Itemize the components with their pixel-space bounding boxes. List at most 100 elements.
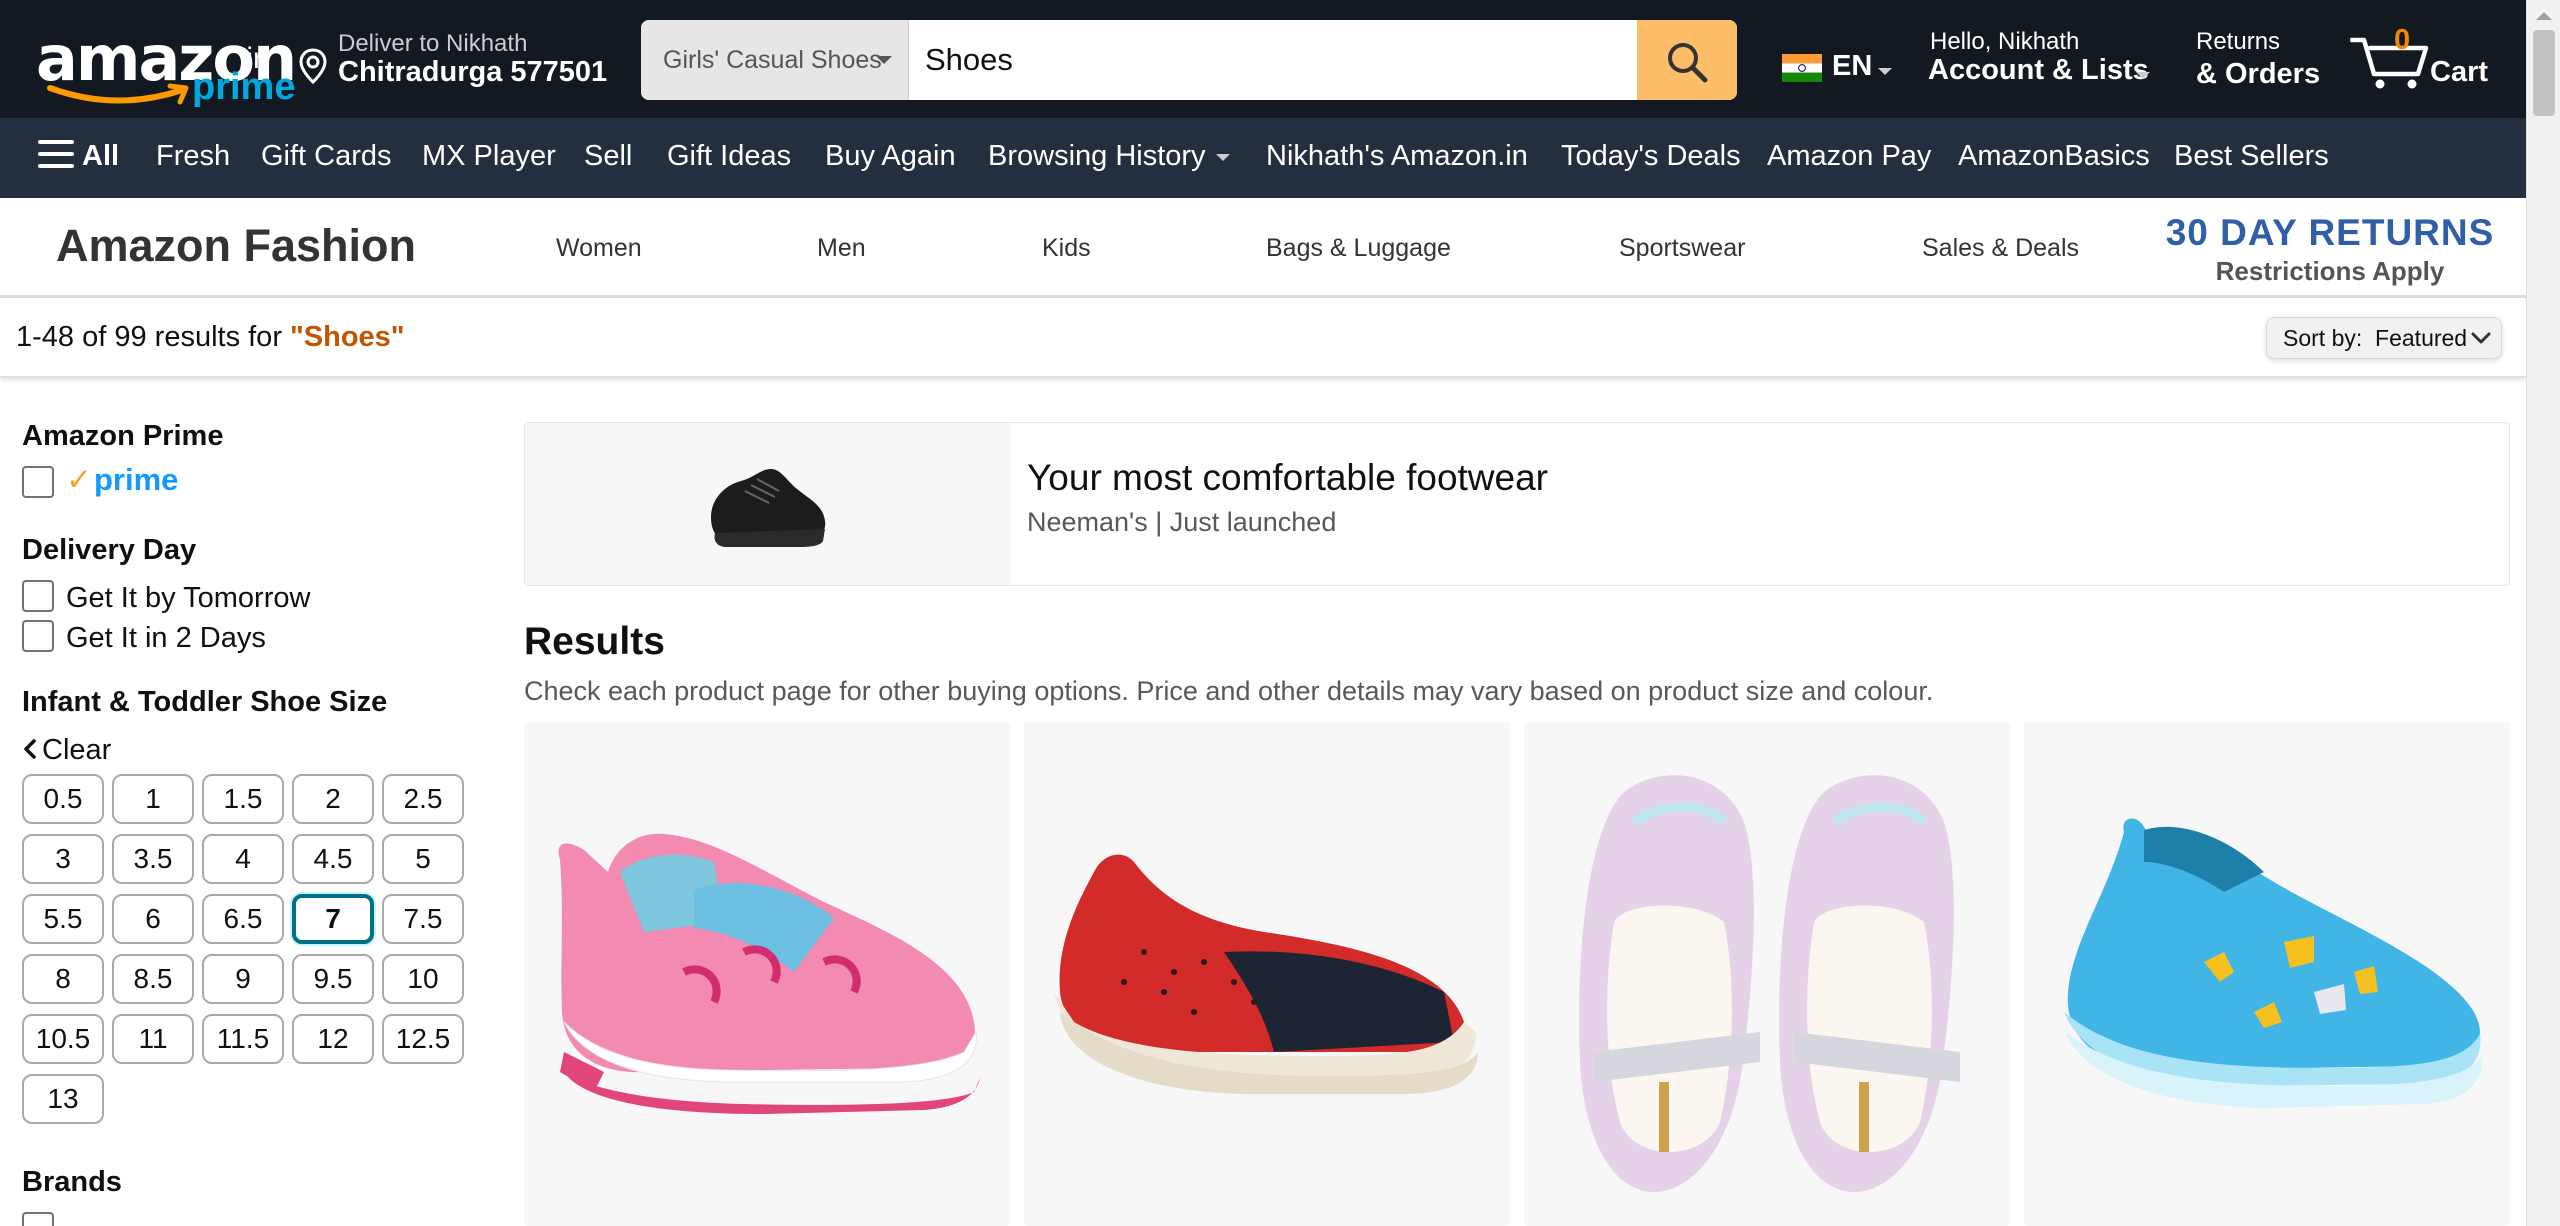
fashion-cat-kids[interactable]: Kids xyxy=(1042,234,1091,263)
size-button[interactable]: 6 xyxy=(112,894,194,944)
prime-checkbox[interactable] xyxy=(22,466,54,498)
product-card[interactable] xyxy=(1524,722,2010,1226)
nav-item-mx-player[interactable]: MX Player xyxy=(422,140,556,173)
fashion-cat-women[interactable]: Women xyxy=(556,234,642,263)
clear-size-link[interactable]: Clear xyxy=(22,734,111,767)
account-lists[interactable]: Hello, Nikhath Account & Lists xyxy=(1928,28,2168,94)
sneaker-image xyxy=(711,469,826,547)
size-button[interactable]: 10 xyxy=(382,954,464,1004)
caret-down-icon xyxy=(1878,68,1892,75)
cart-label: Cart xyxy=(2430,56,2489,88)
location-pin-icon xyxy=(299,48,327,84)
size-button[interactable]: 3 xyxy=(22,834,104,884)
size-button[interactable]: 1.5 xyxy=(202,774,284,824)
nav-item-buy-again[interactable]: Buy Again xyxy=(825,140,956,173)
orders-line1: Returns xyxy=(2196,28,2281,55)
nav-item-my-amazon[interactable]: Nikhath's Amazon.in xyxy=(1266,140,1528,173)
returns-orders[interactable]: Returns & Orders xyxy=(2196,28,2320,91)
silver-mary-jane-image xyxy=(1579,775,1960,1192)
results-subheading: Check each product page for other buying… xyxy=(524,676,1934,706)
tomorrow-checkbox[interactable] xyxy=(22,580,54,612)
scroll-thumb[interactable] xyxy=(2533,30,2555,116)
prime-heading: Amazon Prime xyxy=(22,420,224,452)
nav-item-todays-deals[interactable]: Today's Deals xyxy=(1561,140,1741,173)
nav-item-gift-ideas[interactable]: Gift Ideas xyxy=(667,140,791,173)
nav-item-gift-cards[interactable]: Gift Cards xyxy=(261,140,392,173)
fashion-cat-men[interactable]: Men xyxy=(817,234,866,263)
size-button[interactable]: 9.5 xyxy=(292,954,374,1004)
browsing-history-label: Browsing History xyxy=(988,140,1206,172)
size-button[interactable]: 9 xyxy=(202,954,284,1004)
size-button[interactable]: 5 xyxy=(382,834,464,884)
prime-check-icon: ✓ xyxy=(66,462,92,497)
size-button[interactable]: 2 xyxy=(292,774,374,824)
caret-down-icon xyxy=(876,56,892,64)
size-button[interactable]: 6.5 xyxy=(202,894,284,944)
two-days-label[interactable]: Get It in 2 Days xyxy=(66,622,266,655)
fashion-cat-sales[interactable]: Sales & Deals xyxy=(1922,234,2079,263)
cart-button[interactable]: 0 Cart xyxy=(2350,24,2500,96)
search-input[interactable] xyxy=(909,20,1637,100)
two-days-checkbox[interactable] xyxy=(22,620,54,652)
banner-title: Your most comfortable footwear xyxy=(1027,457,1548,498)
size-button[interactable]: 12 xyxy=(292,1014,374,1064)
size-button[interactable]: 2.5 xyxy=(382,774,464,824)
logo-smile-icon xyxy=(47,83,189,105)
red-sneaker-image xyxy=(1054,854,1478,1094)
nav-item-amazonbasics[interactable]: AmazonBasics xyxy=(1958,140,2150,173)
page-scrollbar[interactable] xyxy=(2526,0,2560,1226)
delivery-heading: Delivery Day xyxy=(22,534,197,566)
fashion-title[interactable]: Amazon Fashion xyxy=(56,220,416,272)
deliver-to[interactable]: Deliver to Nikhath Chitradurga 577501 xyxy=(298,28,618,94)
scroll-up-arrow-icon[interactable] xyxy=(2536,12,2552,20)
brand-checkbox[interactable] xyxy=(22,1212,54,1226)
size-button[interactable]: 12.5 xyxy=(382,1014,464,1064)
fashion-cat-sportswear[interactable]: Sportswear xyxy=(1619,234,1745,263)
tomorrow-label[interactable]: Get It by Tomorrow xyxy=(66,582,310,615)
account-label: Account & Lists xyxy=(1928,54,2149,86)
logo-prime: prime xyxy=(192,66,296,108)
fashion-subnav: Amazon Fashion Women Men Kids Bags & Lug… xyxy=(0,198,2526,298)
size-button[interactable]: 11.5 xyxy=(202,1014,284,1064)
size-button[interactable]: 7.5 xyxy=(382,894,464,944)
fashion-cat-bags[interactable]: Bags & Luggage xyxy=(1266,234,1451,263)
size-button[interactable]: 5.5 xyxy=(22,894,104,944)
nav-item-amazon-pay[interactable]: Amazon Pay xyxy=(1767,140,1931,173)
results-heading: Results xyxy=(524,620,665,663)
size-button[interactable]: 4 xyxy=(202,834,284,884)
prime-text: prime xyxy=(93,462,179,497)
returns-promo[interactable]: 30 DAY RETURNS Restrictions Apply xyxy=(2150,212,2510,287)
size-button[interactable]: 3.5 xyxy=(112,834,194,884)
size-button[interactable]: 11 xyxy=(112,1014,194,1064)
language-code: EN xyxy=(1832,50,1873,82)
nav-item-browsing-history[interactable]: Browsing History xyxy=(988,140,1230,173)
amazon-logo[interactable]: amazon .in prime xyxy=(32,22,297,108)
product-card[interactable] xyxy=(524,722,1010,1226)
nav-item-fresh[interactable]: Fresh xyxy=(156,140,230,173)
size-button-selected[interactable]: 7 xyxy=(292,894,374,944)
size-button[interactable]: 4.5 xyxy=(292,834,374,884)
sort-dropdown[interactable]: Sort by: Featured xyxy=(2266,317,2502,359)
search-bar: Girls' Casual Shoes xyxy=(641,20,1737,100)
nav-item-best-sellers[interactable]: Best Sellers xyxy=(2174,140,2329,173)
prime-filter-label[interactable]: ✓prime xyxy=(66,462,178,498)
sponsored-banner[interactable]: Your most comfortable footwear Neeman's … xyxy=(524,422,2510,586)
caret-down-icon xyxy=(2136,72,2150,79)
product-card[interactable] xyxy=(1024,722,1510,1226)
search-icon xyxy=(1668,43,1708,83)
all-label: All xyxy=(82,140,120,172)
size-button[interactable]: 8 xyxy=(22,954,104,1004)
search-category-dropdown[interactable]: Girls' Casual Shoes xyxy=(641,20,909,100)
product-card[interactable] xyxy=(2024,722,2510,1226)
search-button[interactable] xyxy=(1637,20,1737,100)
size-button[interactable]: 0.5 xyxy=(22,774,104,824)
cart-count: 0 xyxy=(2394,24,2411,56)
size-button[interactable]: 1 xyxy=(112,774,194,824)
nav-item-sell[interactable]: Sell xyxy=(584,140,632,173)
size-button[interactable]: 13 xyxy=(22,1074,104,1124)
secondary-nav: All Fresh Gift Cards MX Player Sell Gift… xyxy=(0,118,2526,198)
size-button[interactable]: 10.5 xyxy=(22,1014,104,1064)
all-menu-button[interactable]: All xyxy=(38,140,119,173)
size-heading: Infant & Toddler Shoe Size xyxy=(22,686,388,718)
size-button[interactable]: 8.5 xyxy=(112,954,194,1004)
